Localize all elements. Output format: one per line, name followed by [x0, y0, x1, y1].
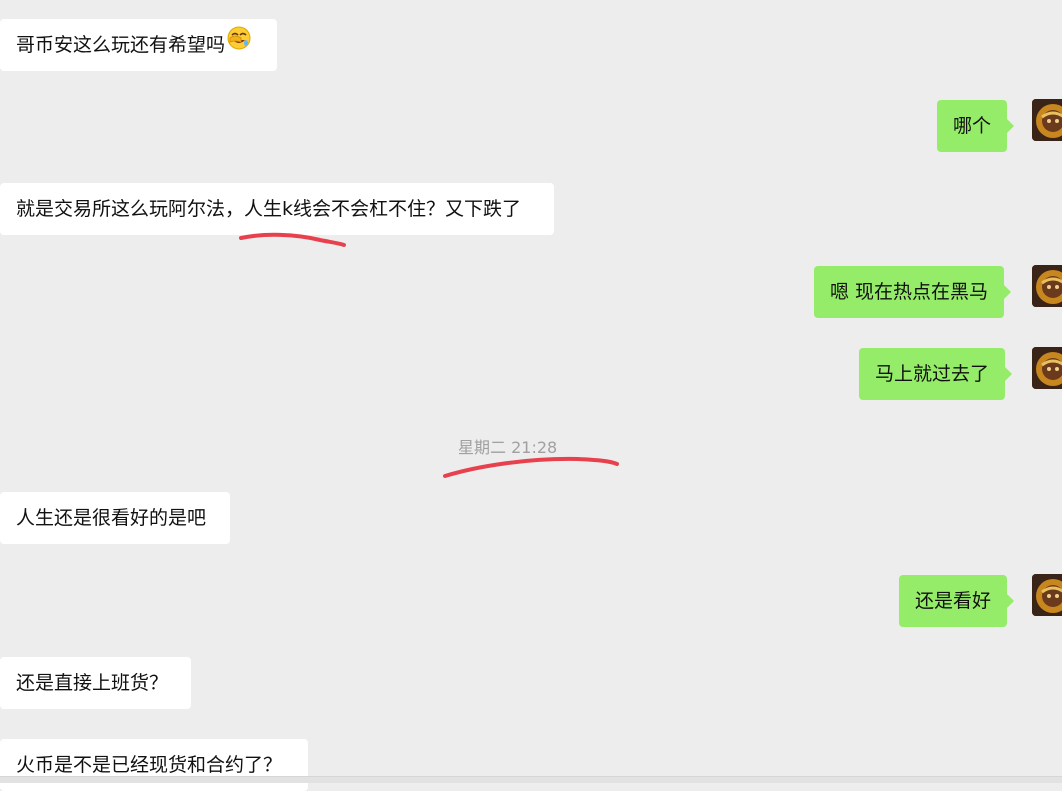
incoming-message-bubble[interactable]: 人生还是很看好的是吧 — [0, 492, 230, 544]
message-text: 马上就过去了 — [875, 363, 990, 385]
chat-bottom-edge — [0, 776, 1062, 783]
message-text: 火币是不是已经现货和合约了？ — [16, 754, 283, 776]
message-text: 人生还是很看好的是吧 — [16, 507, 207, 529]
incoming-message-bubble[interactable]: 火币是不是已经现货和合约了？ — [0, 739, 308, 791]
user-avatar-icon[interactable] — [1032, 347, 1062, 389]
message-text: 还是看好 — [915, 590, 992, 612]
outgoing-message-bubble[interactable]: 马上就过去了 — [859, 348, 1013, 400]
message-text: 哥币安这么玩还有希望吗 — [16, 34, 226, 56]
incoming-message-bubble[interactable]: 就是交易所这么玩阿尔法，人生k线会不会杠不住？又下跌了 — [0, 183, 554, 235]
outgoing-message-bubble[interactable]: 嗯 现在热点在黑马 — [814, 266, 1012, 318]
message-text: 哪个 — [953, 115, 992, 137]
facepalm-laughing-emoji-icon — [227, 18, 251, 70]
outgoing-message-bubble[interactable]: 哪个 — [937, 100, 1015, 152]
message-text: 嗯 现在热点在黑马 — [830, 281, 989, 303]
user-avatar-icon[interactable] — [1032, 574, 1062, 616]
chat-timestamp: 星期二 21:28 — [458, 438, 558, 457]
message-text: 就是交易所这么玩阿尔法，人生k线会不会杠不住？又下跌了 — [16, 198, 522, 220]
incoming-message-bubble[interactable]: 哥币安这么玩还有希望吗 — [0, 19, 277, 71]
incoming-message-bubble[interactable]: 还是直接上班货？ — [0, 657, 191, 709]
outgoing-message-bubble[interactable]: 还是看好 — [899, 575, 1015, 627]
user-avatar-icon[interactable] — [1032, 99, 1062, 141]
message-text: 还是直接上班货？ — [16, 672, 169, 694]
user-avatar-icon[interactable] — [1032, 265, 1062, 307]
